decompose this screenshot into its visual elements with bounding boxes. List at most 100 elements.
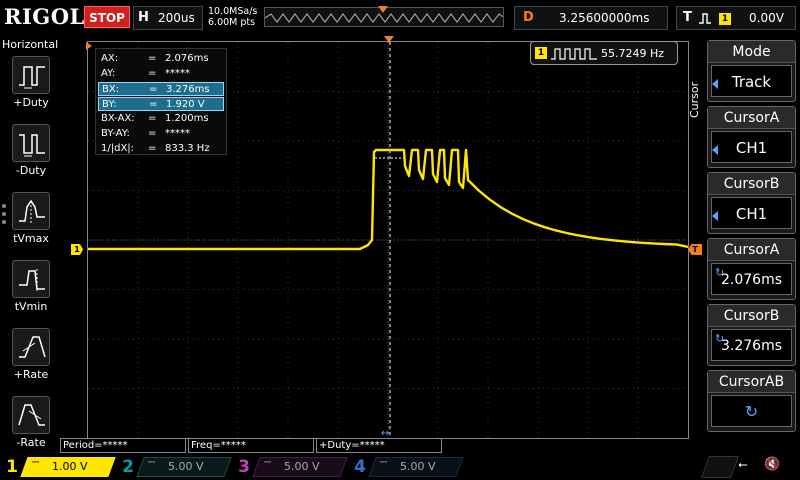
timebase-box[interactable]: H 200us	[133, 6, 203, 30]
rising-edge-icon	[699, 13, 711, 24]
cursor-inv-dx-row: 1/|dX|: = 833.3 Hz	[101, 143, 210, 154]
memory-depth: 6.00M pts	[208, 17, 256, 28]
menu-title: CursorB	[708, 173, 795, 195]
menu-value: CH1	[711, 197, 792, 229]
dc-coupling-icon: ⎓	[148, 458, 156, 468]
delay-value: 3.25600000ms	[559, 11, 650, 25]
measure-label: +Rate	[13, 368, 49, 381]
measure-fall-rate[interactable]: -Rate	[10, 396, 52, 449]
measure-positive-duty[interactable]: +Duty	[10, 56, 52, 109]
menu-cursor-a-source[interactable]: CursorA CH1	[707, 106, 796, 168]
panel-title: Horizontal	[2, 38, 59, 51]
menu-value: ↻ 3.276ms	[711, 329, 792, 361]
counter-channel-badge: 1	[535, 47, 547, 59]
cursor-ax-row: AX: = 2.076ms	[101, 53, 209, 64]
measure-label: -Duty	[15, 164, 47, 177]
timebase-value: 200us	[158, 11, 195, 25]
positive-duty-icon	[12, 56, 50, 94]
channel-scale: 1.00 V	[52, 460, 88, 473]
menu-value: Track	[711, 65, 792, 97]
measure-rise-rate[interactable]: +Rate	[10, 328, 52, 381]
cursor-a-marker	[86, 42, 92, 50]
selector-triangle-icon	[712, 211, 718, 221]
channel-1-slot[interactable]: 1 ⎓ 1.00 V	[2, 456, 118, 478]
cursor-ay-row: AY: = *****	[101, 68, 190, 79]
channel-number: 1	[6, 457, 18, 477]
knob-icon: ↻	[715, 332, 725, 345]
trigger-label: T	[683, 10, 692, 25]
channel-2-slot[interactable]: 2 ⎓ 5.00 V	[118, 456, 234, 478]
measurement-freq[interactable]: Freq=*****	[188, 438, 314, 453]
negative-duty-icon	[12, 124, 50, 162]
measure-label: tVmin	[14, 300, 48, 313]
measure-label: +Duty	[13, 96, 49, 109]
knob-icon: ↻	[744, 402, 759, 421]
cursor-readout-panel: AX: = 2.076ms AY: = ***** BX: = 3.276ms BY: = 1.…	[95, 48, 227, 155]
menu-title: CursorB	[708, 305, 795, 327]
measurement-duty[interactable]: +Duty=*****	[316, 438, 442, 453]
cursor-dx-row: BX-AX: = 1.200ms	[101, 113, 209, 124]
channel-number: 3	[238, 457, 250, 477]
channel-scale: 5.00 V	[400, 460, 436, 473]
channel-3-slot[interactable]: 3 ⎓ 5.00 V	[234, 456, 350, 478]
horizontal-measure-panel: Horizontal +Duty -Duty tVmax tVmin +Rate	[0, 36, 60, 454]
channel-number: 4	[354, 457, 366, 477]
dc-coupling-icon: ⎓	[380, 458, 388, 468]
sample-rate: 10.0MSa/s	[208, 6, 258, 17]
menu-cursor-a-position[interactable]: CursorA ↻ 2.076ms	[707, 238, 796, 300]
fall-rate-icon	[12, 396, 50, 434]
frequency-counter[interactable]: 1 55.7249 Hz	[530, 41, 678, 65]
usb-icon: ⭠	[738, 457, 748, 471]
page-dots	[2, 204, 8, 228]
trigger-source-badge: 1	[719, 13, 731, 25]
counter-value: 55.7249 Hz	[601, 47, 665, 60]
menu-value: ↻ 2.076ms	[711, 263, 792, 295]
acquisition-info: 10.0MSa/s 6.00M pts	[208, 6, 257, 28]
run-stop-indicator[interactable]: STOP	[84, 6, 130, 28]
channel-4-slot[interactable]: 4 ⎓ 5.00 V	[350, 456, 466, 478]
measure-tvmin[interactable]: tVmin	[10, 260, 52, 313]
dc-coupling-icon: ⎓	[32, 458, 40, 468]
time-at-vmin-icon	[12, 260, 50, 298]
menu-mode[interactable]: Mode Track	[707, 40, 796, 102]
square-wave-icon	[551, 48, 597, 60]
measurement-period[interactable]: Period=*****	[60, 438, 186, 453]
channel-bar: 1 ⎓ 1.00 V 2 ⎓ 5.00 V 3 ⎓ 5.00 V 4 ⎓ 5.0…	[0, 454, 800, 480]
cursor-menu: Mode Track CursorA CH1 CursorB CH1 Curso…	[703, 36, 800, 440]
measure-label: tVmax	[13, 232, 49, 245]
delay-label: D	[523, 10, 534, 25]
menu-cursor-b-source[interactable]: CursorB CH1	[707, 172, 796, 234]
menu-title: CursorA	[708, 239, 795, 261]
cursor-by-row: BY: = 1.920 V	[98, 97, 224, 111]
speaker-muted-icon[interactable]: 🔇	[764, 457, 780, 472]
rise-rate-icon	[12, 328, 50, 366]
channel1-ground-marker[interactable]: 1	[71, 244, 83, 255]
dc-coupling-icon: ⎓	[264, 458, 272, 468]
measure-negative-duty[interactable]: -Duty	[10, 124, 52, 177]
menu-value: ↻	[711, 395, 792, 427]
menu-cursor-ab[interactable]: CursorAB ↻	[707, 370, 796, 432]
selector-triangle-icon	[712, 79, 718, 89]
trigger-box[interactable]: T 1 0.00V	[676, 6, 796, 30]
delay-box[interactable]: D 3.25600000ms	[514, 6, 668, 30]
cursor-bx-row: BX: = 3.276ms	[98, 82, 224, 96]
top-status-bar: RIGOL STOP H 200us 10.0MSa/s 6.00M pts D…	[0, 0, 800, 36]
menu-cursor-b-position[interactable]: CursorB ↻ 3.276ms	[707, 304, 796, 366]
channel-scale: 5.00 V	[284, 460, 320, 473]
trigger-position-marker-top	[378, 6, 388, 13]
selector-triangle-icon	[712, 145, 718, 155]
cursor-dy-row: BY-AY: = *****	[101, 128, 190, 139]
channel-scale: 5.00 V	[168, 460, 204, 473]
measure-label: -Rate	[16, 436, 46, 449]
trigger-level-marker[interactable]: T	[688, 244, 702, 255]
timebase-label: H	[138, 10, 149, 25]
trigger-level-value: 0.00V	[749, 11, 784, 25]
menu-vertical-label: Cursor	[688, 81, 701, 118]
menu-title: Mode	[708, 41, 795, 63]
measure-tvmax[interactable]: tVmax	[10, 192, 52, 245]
knob-icon: ↻	[715, 266, 725, 279]
channel-number: 2	[122, 457, 134, 477]
trigger-position-marker	[384, 36, 394, 43]
menu-title: CursorA	[708, 107, 795, 129]
menu-title: CursorAB	[708, 371, 795, 393]
